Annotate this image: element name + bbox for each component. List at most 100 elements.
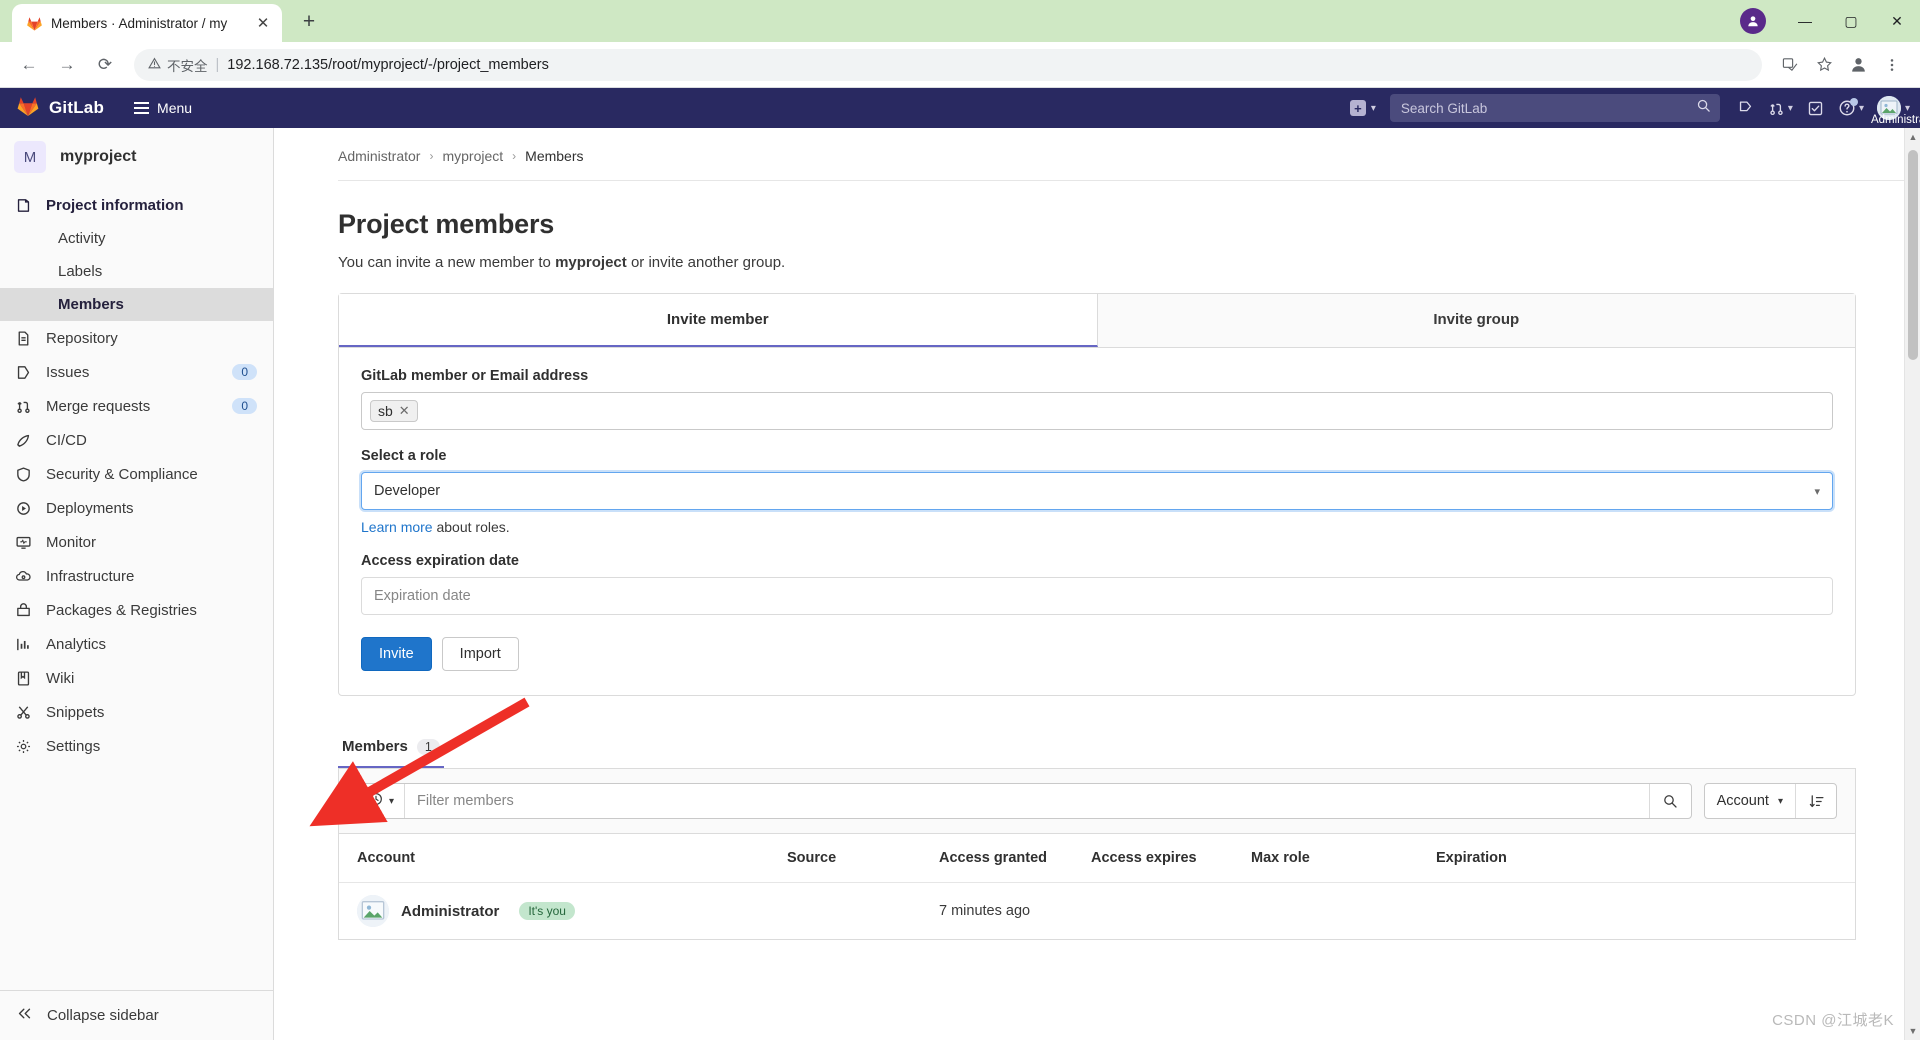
history-dropdown-button[interactable]: ▾	[358, 784, 405, 818]
expiration-date-input[interactable]: Expiration date	[361, 577, 1833, 615]
sidebar-item-deployments[interactable]: Deployments	[0, 491, 273, 525]
sidebar-item-issues[interactable]: Issues 0	[0, 355, 273, 389]
sidebar-item-labels[interactable]: Labels	[0, 255, 273, 288]
import-button[interactable]: Import	[442, 637, 519, 671]
main-menu-button[interactable]: Menu	[126, 95, 200, 121]
reload-button[interactable]: ⟳	[88, 48, 122, 82]
window-minimize-button[interactable]: —	[1782, 0, 1828, 42]
role-select[interactable]: Developer ▾	[361, 472, 1833, 510]
remove-token-icon[interactable]: ✕	[399, 403, 410, 419]
sidebar-item-repository[interactable]: Repository	[0, 321, 273, 355]
sidebar-item-analytics[interactable]: Analytics	[0, 627, 273, 661]
column-header-account: Account	[357, 850, 787, 866]
sort-field-value: Account	[1717, 793, 1769, 809]
page-scrollbar[interactable]: ▲ ▼	[1904, 128, 1920, 1040]
user-menu[interactable]: ▾ Administrato	[1877, 96, 1910, 120]
snippets-icon	[14, 703, 32, 721]
sidebar-item-monitor[interactable]: Monitor	[0, 525, 273, 559]
sidebar-project-header[interactable]: M myproject	[0, 128, 273, 186]
filter-search-button[interactable]	[1649, 784, 1691, 818]
toolbar-icon-group	[1774, 49, 1908, 81]
tab-invite-group[interactable]: Invite group	[1098, 294, 1856, 347]
tab-members[interactable]: Members 1	[338, 726, 444, 768]
todos-icon[interactable]	[1802, 92, 1829, 124]
filter-input-group[interactable]: ▾	[357, 783, 1692, 819]
sidebar-item-settings[interactable]: Settings	[0, 729, 273, 763]
learn-more-link[interactable]: Learn more	[361, 519, 433, 535]
sort-direction-button[interactable]	[1796, 784, 1836, 818]
sidebar-item-label: Activity	[58, 230, 106, 247]
search-icon[interactable]	[1696, 98, 1711, 118]
sidebar-item-wiki[interactable]: Wiki	[0, 661, 273, 695]
sidebar-item-project-information[interactable]: Project information	[0, 188, 273, 222]
window-close-button[interactable]: ✕	[1874, 0, 1920, 42]
window-maximize-button[interactable]: ▢	[1828, 0, 1874, 42]
sidebar-item-merge-requests[interactable]: Merge requests 0	[0, 389, 273, 423]
member-account-cell: Administrator It's you	[357, 895, 787, 927]
member-name: Administrator	[401, 903, 499, 920]
sidebar-item-ci-cd[interactable]: CI/CD	[0, 423, 273, 457]
scroll-down-icon[interactable]: ▼	[1905, 1022, 1920, 1040]
sidebar-item-packages-registries[interactable]: Packages & Registries	[0, 593, 273, 627]
sidebar-item-activity[interactable]: Activity	[0, 222, 273, 255]
forward-button[interactable]: →	[50, 48, 84, 82]
sidebar-item-label: Packages & Registries	[46, 602, 257, 619]
merge-requests-icon[interactable]: ▾	[1763, 92, 1798, 124]
search-input[interactable]	[1399, 100, 1688, 117]
url-text: 192.168.72.135/root/myproject/-/project_…	[227, 57, 549, 73]
scrollbar-thumb[interactable]	[1908, 150, 1918, 360]
sidebar-item-security-compliance[interactable]: Security & Compliance	[0, 457, 273, 491]
create-new-dropdown[interactable]: + ▾	[1350, 100, 1376, 116]
sidebar-item-snippets[interactable]: Snippets	[0, 695, 273, 729]
address-bar[interactable]: 不安全 | 192.168.72.135/root/myproject/-/pr…	[134, 49, 1762, 81]
page-title: Project members	[338, 209, 1856, 240]
breadcrumb-item-myproject[interactable]: myproject	[442, 148, 503, 164]
kebab-menu-icon[interactable]	[1876, 49, 1908, 81]
scroll-up-icon[interactable]: ▲	[1905, 128, 1920, 146]
gitlab-navbar: GitLab Menu + ▾ ▾	[0, 88, 1920, 128]
infrastructure-icon	[14, 567, 32, 585]
search-box[interactable]	[1390, 94, 1720, 122]
breadcrumb-item-administrator[interactable]: Administrator	[338, 148, 420, 164]
column-header-access-granted: Access granted	[939, 850, 1091, 866]
security-warning[interactable]: 不安全	[148, 55, 208, 75]
member-token[interactable]: sb ✕	[370, 400, 418, 422]
member-token-input[interactable]: sb ✕	[361, 392, 1833, 430]
close-tab-icon[interactable]: ✕	[252, 12, 274, 34]
breadcrumb-item-members[interactable]: Members	[525, 148, 583, 164]
members-filter-bar: ▾ Account ▾	[338, 769, 1856, 834]
invite-button[interactable]: Invite	[361, 637, 432, 671]
help-icon[interactable]: ▾	[1833, 92, 1869, 124]
sidebar-item-label: CI/CD	[46, 432, 257, 449]
collapse-sidebar-label: Collapse sidebar	[47, 1007, 159, 1024]
page-subtitle: You can invite a new member to myproject…	[338, 254, 1856, 271]
history-icon	[368, 791, 384, 812]
collapse-sidebar-button[interactable]: Collapse sidebar	[0, 990, 273, 1040]
tab-members-label: Members	[342, 738, 408, 755]
table-row[interactable]: Administrator It's you 7 minutes ago	[339, 883, 1855, 939]
column-header-source: Source	[787, 850, 939, 866]
new-tab-button[interactable]: +	[292, 5, 326, 39]
gitlab-logo-link[interactable]: GitLab	[16, 94, 104, 123]
project-avatar: M	[14, 141, 46, 173]
translate-icon[interactable]	[1774, 49, 1806, 81]
sidebar-item-infrastructure[interactable]: Infrastructure	[0, 559, 273, 593]
browser-tab[interactable]: Members · Administrator / my ✕	[12, 4, 282, 42]
back-button[interactable]: ←	[12, 48, 46, 82]
sidebar-item-label: Security & Compliance	[46, 466, 257, 483]
project-information-icon	[14, 196, 32, 214]
sidebar-item-label: Members	[58, 296, 124, 313]
tab-invite-member[interactable]: Invite member	[339, 294, 1098, 347]
sort-field-dropdown[interactable]: Account ▾	[1705, 784, 1796, 818]
browser-profile-avatar[interactable]	[1740, 8, 1766, 34]
profile-icon[interactable]	[1842, 49, 1874, 81]
page-subtitle-prefix: You can invite a new member to	[338, 254, 555, 271]
sidebar-item-label: Snippets	[46, 704, 257, 721]
invite-card: Invite member Invite group GitLab member…	[338, 293, 1856, 696]
deployments-icon	[14, 499, 32, 517]
sidebar-item-members[interactable]: Members	[0, 288, 273, 321]
issues-icon[interactable]	[1732, 92, 1759, 124]
star-icon[interactable]	[1808, 49, 1840, 81]
merge-requests-icon	[14, 397, 32, 415]
filter-members-input[interactable]	[405, 784, 1649, 818]
